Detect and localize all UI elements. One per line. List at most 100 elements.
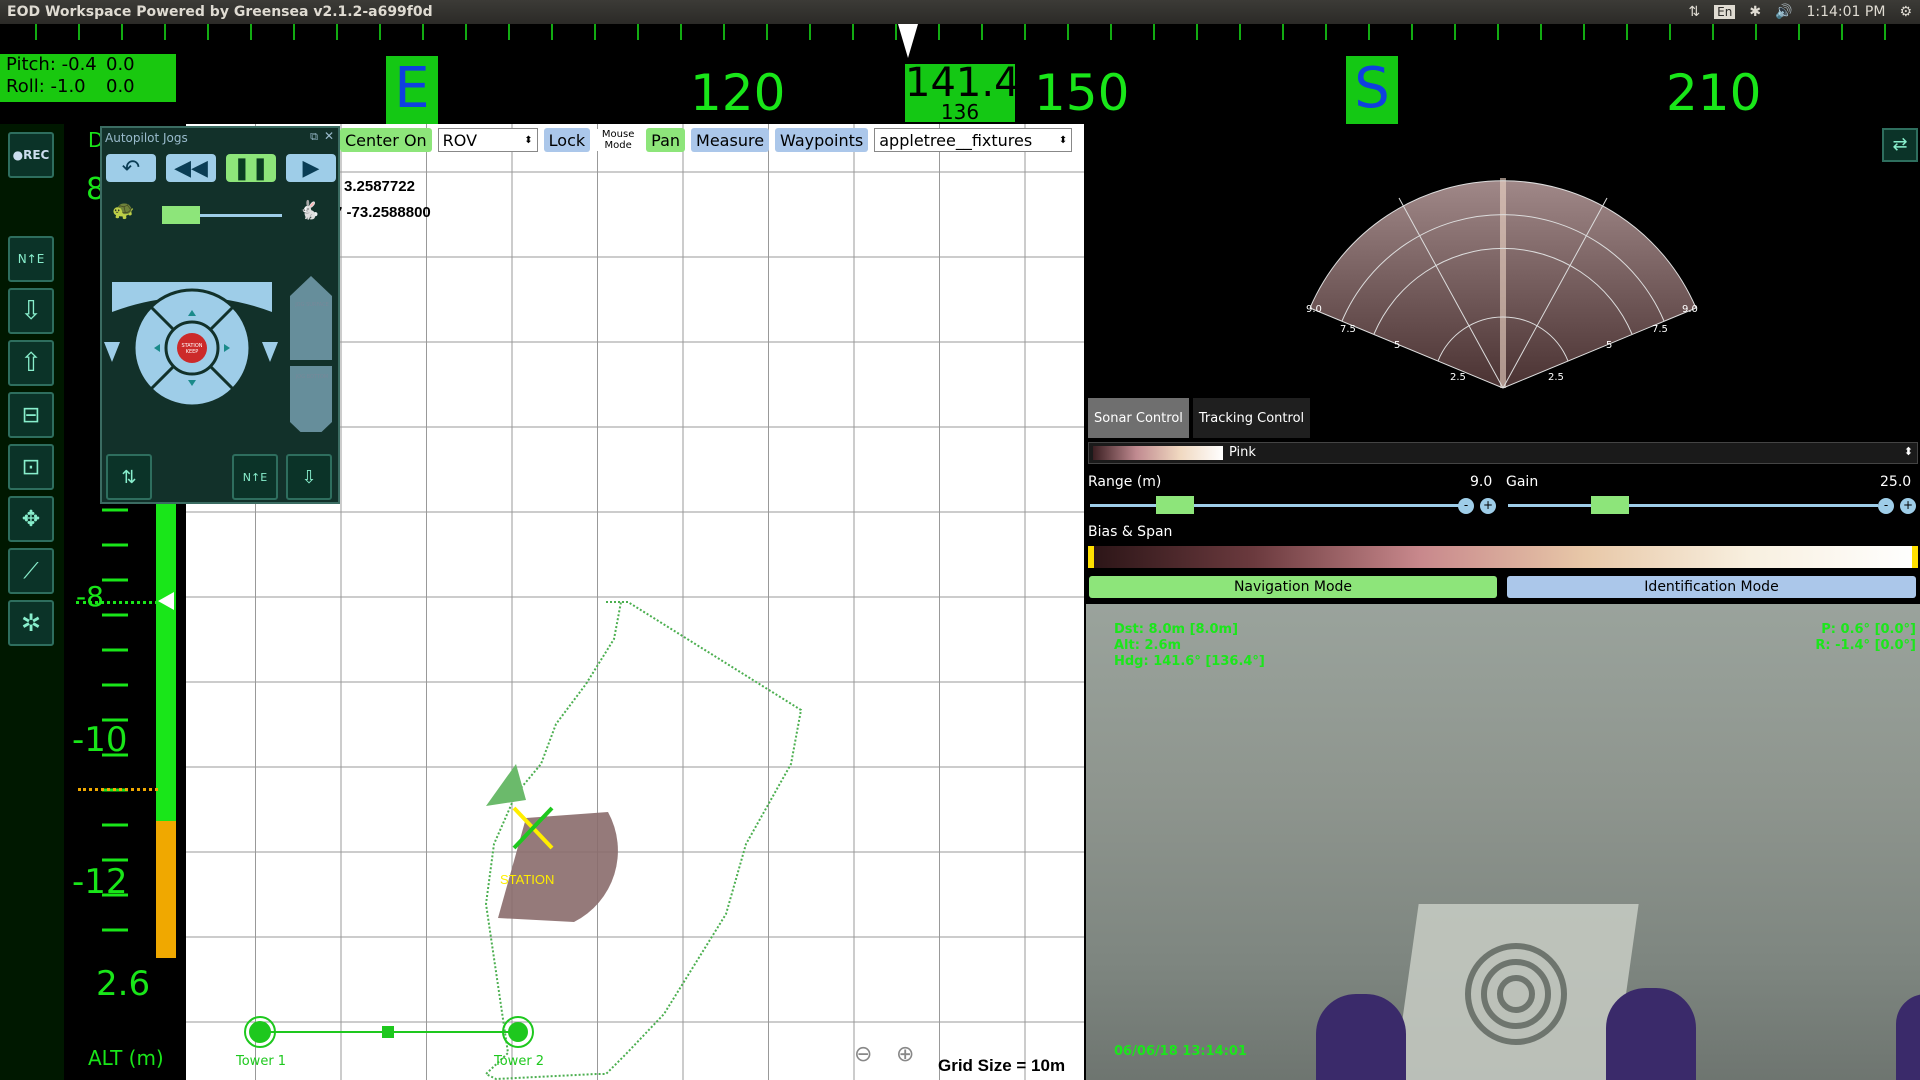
- chevron-updown-icon: ⬍: [1058, 134, 1068, 146]
- altitude-label: ALT (m): [88, 1046, 164, 1070]
- range-increase-button[interactable]: +: [1480, 498, 1496, 514]
- navigation-mode-button[interactable]: Navigation Mode: [1089, 576, 1497, 598]
- altitude-hold-button[interactable]: ⊟: [8, 392, 54, 438]
- sonar-tick-2.5-right: 2.5: [1548, 372, 1564, 383]
- camera-feed[interactable]: Dst: 8.0m [8.0m] Alt: 2.6m Hdg: 141.6° […: [1086, 604, 1920, 1080]
- compass-icon: N↑E: [242, 470, 268, 484]
- gain-decrease-button[interactable]: -: [1878, 498, 1894, 514]
- jog-rewind-button[interactable]: ◀◀: [166, 154, 216, 182]
- depth-label-10: -10: [72, 720, 128, 760]
- target-rings: [1465, 943, 1567, 1045]
- gear-icon[interactable]: ⚙: [1899, 4, 1912, 20]
- compass-ticks: [35, 24, 1886, 40]
- jog-surface-label[interactable]: JOG SURFACE: [292, 302, 332, 308]
- measure-button[interactable]: Measure: [691, 128, 770, 152]
- system-tray: ⇅ En ✱ 🔊 1:14:01 PM ⚙: [1688, 0, 1912, 24]
- window-title: EOD Workspace Powered by Greensea v2.1.2…: [7, 4, 433, 20]
- center-on-button[interactable]: Center On: [340, 128, 432, 152]
- thruster-button[interactable]: ✲: [8, 600, 54, 646]
- overlay-altitude: Alt: 2.6m: [1114, 638, 1182, 653]
- arrow-down-icon: ⇩: [20, 296, 42, 326]
- depth-bottom-line: [78, 788, 158, 791]
- range-slider-track[interactable]: [1090, 504, 1460, 507]
- volume-icon[interactable]: 🔊: [1775, 4, 1792, 20]
- pan-button[interactable]: Pan: [646, 128, 686, 152]
- sonar-tabs: Sonar Control Tracking Control: [1088, 398, 1920, 438]
- rabbit-icon: 🐇: [298, 200, 321, 221]
- roll-value: -1.0: [50, 76, 86, 97]
- jog-undo-button[interactable]: ↶: [106, 154, 156, 182]
- depth-pointer-icon: [158, 592, 174, 610]
- compass-cardinal-east: E: [386, 56, 438, 124]
- tower-2-icon[interactable]: [508, 1022, 528, 1042]
- bias-span-label: Bias & Span: [1088, 524, 1173, 540]
- record-button[interactable]: ●REC: [8, 132, 54, 178]
- sonar-tick-9-left: 9.0: [1306, 304, 1322, 315]
- clock[interactable]: 1:14:01 PM: [1806, 4, 1885, 20]
- jog-pad[interactable]: STATION KEEP: [102, 272, 342, 432]
- jog-pause-button[interactable]: ❚❚: [226, 154, 276, 182]
- move-button[interactable]: ✥: [8, 496, 54, 542]
- jog-bottom-label[interactable]: JOG BOTTOM: [292, 374, 332, 380]
- heading-hold-button[interactable]: N↑E: [8, 236, 54, 282]
- gain-increase-button[interactable]: +: [1900, 498, 1916, 514]
- record-label: ●REC: [12, 148, 50, 162]
- autopilot-jogs-panel: Autopilot Jogs ⧉ ✕ ↶ ◀◀ ❚❚ ▶ 🐢 🐇 STATION…: [100, 126, 340, 504]
- depth-up-button[interactable]: ⇧: [8, 340, 54, 386]
- undo-icon: ↶: [121, 155, 141, 181]
- depth-bar: [156, 502, 176, 958]
- vehicle-icon: ⊟: [21, 402, 41, 428]
- camera-overlay-right: P: 0.6° [0.0°] R: -1.4° [0.0°]: [1815, 622, 1916, 654]
- layer-value: appletree__fixtures: [879, 130, 1033, 150]
- center-target-value: ROV: [442, 130, 478, 150]
- left-toolbar: ●REC N↑E ⇩ ⇧ ⊟ ⊡ ✥ ⟋ ✲: [0, 124, 64, 1080]
- depth-icon: ⇩: [301, 466, 317, 488]
- center-target-select[interactable]: ROV ⬍: [437, 128, 538, 152]
- sonar-tick-7.5-left: 7.5: [1340, 324, 1356, 335]
- camera-overlay-left: Dst: 8.0m [8.0m] Alt: 2.6m Hdg: 141.6° […: [1114, 622, 1265, 670]
- palette-select[interactable]: Pink ⬍: [1088, 442, 1918, 464]
- jog-manual-button[interactable]: ⇅: [106, 454, 152, 500]
- thruster-icon: ✲: [20, 609, 42, 637]
- depth-down-button[interactable]: ⇩: [8, 288, 54, 334]
- range-value: 9.0: [1470, 474, 1493, 490]
- tab-tracking-control[interactable]: Tracking Control: [1192, 398, 1311, 438]
- tower-1-icon[interactable]: [249, 1021, 271, 1043]
- coord-line-2: 7 -73.2588800: [334, 204, 431, 221]
- bias-span-bar[interactable]: [1088, 546, 1918, 568]
- zoom-out-icon[interactable]: ⊖: [854, 1042, 872, 1067]
- camera-button[interactable]: ⊡: [8, 444, 54, 490]
- pitch-label: Pitch:: [6, 54, 56, 75]
- sonar-tick-5-right: 5: [1606, 340, 1612, 351]
- speed-slider-handle[interactable]: [162, 206, 200, 224]
- waypoints-button[interactable]: Waypoints: [775, 128, 869, 152]
- span-handle[interactable]: [1912, 546, 1918, 568]
- jog-forward-button[interactable]: ▶: [286, 154, 336, 182]
- roll-offset: 0.0: [106, 76, 135, 97]
- swap-view-button[interactable]: ⇄: [1882, 128, 1918, 162]
- layer-select[interactable]: appletree__fixtures ⬍: [874, 128, 1073, 152]
- keyboard-layout[interactable]: En: [1714, 5, 1736, 19]
- bias-handle[interactable]: [1088, 546, 1094, 568]
- sonar-display: 9.0 7.5 5 2.5 9.0 7.5 5 2.5: [1290, 170, 1716, 392]
- depth-bar-altitude: [156, 821, 176, 958]
- tool-button[interactable]: ⟋: [8, 548, 54, 594]
- zoom-in-icon[interactable]: ⊕: [896, 1042, 914, 1067]
- bluetooth-icon[interactable]: ✱: [1749, 4, 1761, 20]
- range-decrease-button[interactable]: -: [1458, 498, 1474, 514]
- palette-value: Pink: [1229, 445, 1256, 460]
- gain-slider-handle[interactable]: [1590, 496, 1629, 514]
- altitude-value: 2.6: [96, 964, 151, 1004]
- lock-button[interactable]: Lock: [543, 128, 591, 152]
- manipulator-left: [1316, 994, 1406, 1080]
- identification-mode-button[interactable]: Identification Mode: [1507, 576, 1916, 598]
- range-slider-handle[interactable]: [1156, 496, 1194, 514]
- gain-slider-track[interactable]: [1508, 504, 1878, 507]
- close-icon[interactable]: ✕: [324, 129, 334, 143]
- jog-depth-button[interactable]: ⇩: [286, 454, 332, 500]
- svg-text:KEEP: KEEP: [186, 349, 199, 355]
- network-icon[interactable]: ⇅: [1688, 4, 1700, 20]
- jog-heading-button[interactable]: N↑E: [232, 454, 278, 500]
- tab-sonar-control[interactable]: Sonar Control: [1088, 398, 1189, 438]
- restore-icon[interactable]: ⧉: [310, 130, 318, 144]
